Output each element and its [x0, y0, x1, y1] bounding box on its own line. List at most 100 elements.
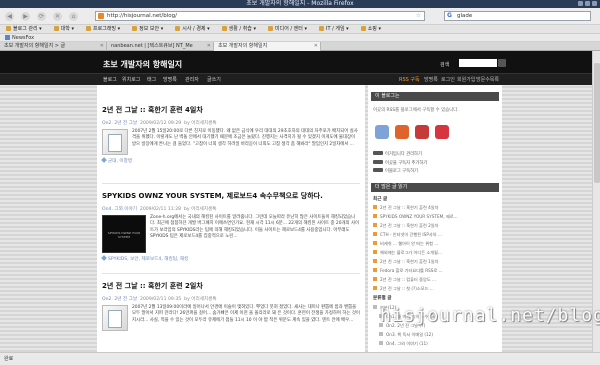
menu-item-write[interactable]: 글쓰기	[207, 76, 221, 83]
browser-tab-active[interactable]: 초보 개발자의 항해일지 ✕	[214, 42, 321, 51]
guestbook-link[interactable]: 방명록	[424, 76, 438, 83]
recent-post-item[interactable]: 2년 전 그날 :: 첫 (?)소모드 ...	[373, 284, 497, 293]
visitor-list-link[interactable]: 방문수목록	[476, 76, 499, 83]
bookmark-folder[interactable]: 블로그 관리 ▾	[0, 25, 48, 33]
forward-button[interactable]: ▶	[21, 12, 30, 21]
close-tab-icon[interactable]: ✕	[207, 42, 211, 51]
bookmark-folder[interactable]: 시사 / 경제 ▾	[169, 25, 215, 33]
hanrss-icon[interactable]	[395, 125, 409, 139]
post-divider	[102, 273, 360, 274]
bookmark-folder[interactable]: 정보 보안 ▾	[126, 25, 169, 33]
recent-posts-label: 최근 글	[373, 197, 388, 202]
recent-post-item[interactable]: 비캐쉬 ... 웹아이 안 떠는 위험 ...	[373, 239, 497, 248]
blog-search-button[interactable]	[498, 59, 506, 67]
home-button[interactable]: ⌂	[69, 12, 78, 21]
post-category[interactable]: On4. 그외 이야기	[102, 207, 137, 212]
recent-post-item[interactable]: 2년 전 그날 :: 훅한기 훈련 1일차	[373, 257, 497, 266]
maximize-icon[interactable]	[585, 1, 590, 6]
post-thumbnail[interactable]	[102, 129, 128, 155]
folder-icon	[360, 26, 366, 31]
post-body: 2007년 2월 15일20:00로 다른 친지로 이동했다. 왜 없은 급식에…	[102, 129, 360, 155]
post-author: by 어리세치센톡	[184, 121, 217, 126]
window-titlebar: 초보 개발자의 항해일지 - Mozilla Firefox	[0, 0, 600, 8]
url-bar[interactable]: http://hisjournal.net/blog/ ☆	[95, 11, 425, 21]
bullet-icon	[373, 259, 377, 263]
minimize-icon[interactable]	[578, 1, 583, 6]
google-icon: G	[447, 12, 452, 19]
folder-icon	[318, 26, 324, 31]
badge-icon	[373, 159, 383, 164]
close-icon[interactable]	[592, 1, 597, 6]
reload-button[interactable]: ⟳	[37, 12, 46, 21]
post-body: 2007년 2월 13일09:00이라에 일어나서 안경에 이슬이 맺혀있다. …	[102, 305, 360, 331]
sidebar-link[interactable]: 이블로그 구독하기	[373, 168, 427, 174]
close-tab-icon[interactable]: ✕	[100, 42, 104, 51]
tag-icon	[101, 255, 107, 261]
blog-search-input[interactable]	[459, 59, 497, 67]
bullet-icon	[373, 241, 377, 245]
folder-icon	[86, 26, 92, 31]
folder-icon	[6, 26, 11, 31]
bookmark-folder[interactable]: 프로그래밍 ▾	[80, 25, 126, 33]
menu-item-blog[interactable]: 블로그	[103, 76, 117, 83]
folder-icon	[268, 26, 273, 31]
bookmark-folder[interactable]: 쇼핑 ▾	[355, 25, 387, 33]
post-date: 2009/02/12 09:29	[140, 121, 182, 126]
bookmark-folder[interactable]: 생활 / 취습 ▾	[216, 25, 262, 33]
folder-icon	[53, 26, 59, 31]
post-title[interactable]: SPYKIDS OWNZ YOUR SYSTEM, 제로보드4 속수무책으로 당…	[102, 191, 360, 201]
post-title[interactable]: 2년 전 그날 :: 훅한기 훈련 4일차	[102, 105, 360, 115]
bullet-icon	[373, 205, 377, 209]
bookmark-folder[interactable]: IT / 게임 ▾	[313, 25, 355, 33]
blog-title[interactable]: 초보 개발자의 항해일지	[103, 59, 182, 70]
menu-item-admin[interactable]: 관리자	[185, 76, 199, 83]
badge-icon	[373, 168, 383, 172]
folder-icon	[175, 26, 181, 31]
sidebar-link[interactable]: 이곳을 구독자 추가하기	[373, 159, 427, 166]
stop-button[interactable]: ✕	[53, 12, 62, 21]
bookmark-folder[interactable]: 대학 ▾	[48, 25, 80, 33]
recent-post-item[interactable]: 2년 전 그날 :: 훅한기 훈련 2일차	[373, 221, 497, 230]
browser-tab[interactable]: nanbean.net | [텍스트큐브] NT_Me ✕	[107, 42, 214, 51]
post-body: SPYKIDS OWNZ YOUR SYSTEM Zone-h.org에서는 국…	[102, 215, 360, 253]
browser-tab[interactable]: 초보 개발자의 항해일지 > 글 ✕	[0, 42, 107, 51]
post-title[interactable]: 2년 전 그날 :: 훅한기 훈련 2일차	[102, 281, 360, 291]
url-text: http://hisjournal.net/blog/	[107, 13, 178, 19]
bookmark-folder[interactable]: 미디어 / 엔터 ▾	[262, 25, 313, 33]
bookmark-star-icon[interactable]: ☆	[416, 12, 421, 20]
signup-link[interactable]: 회원가입	[457, 76, 475, 83]
post-category[interactable]: On2. 2년 전 그날	[102, 121, 137, 126]
post-excerpt: 2007년 2월 15일20:00로 다른 친지로 이동했다. 왜 없은 급식에…	[132, 129, 358, 147]
recent-post-item[interactable]: CTH - 인터넷이 간행된 ISP사의 ...	[373, 230, 497, 239]
menu-item-guestbook[interactable]: 방명록	[163, 76, 177, 83]
post-category[interactable]: On2. 2년 전 그날	[102, 297, 137, 302]
recent-post-item[interactable]: Fedora 할로 기타요다를 RSS로 ...	[373, 266, 497, 275]
post-author: by 어리세치센톡	[184, 207, 217, 212]
rss-subscribe-link[interactable]: RSS 구독	[399, 76, 420, 83]
sidebar-link[interactable]: 이거입니다 관리하기	[373, 151, 427, 157]
search-value: glade	[457, 13, 473, 19]
recent-post-item[interactable]: 해외에는 블로그가 어디든 소개될...	[373, 248, 497, 257]
folder-icon	[221, 26, 227, 31]
menu-item-tags[interactable]: 태그	[147, 76, 156, 83]
folder-icon	[373, 305, 377, 309]
post-date: 2009/02/11 09:35	[140, 297, 182, 302]
newsfox-bar[interactable]: NewsFox	[0, 34, 600, 42]
thumbnail-caption: SPYKIDS OWNZ YOUR SYSTEM	[107, 231, 141, 239]
rss-reader-icon[interactable]	[375, 125, 389, 139]
close-tab-icon[interactable]: ✕	[314, 42, 318, 51]
menu-item-locationlog[interactable]: 위치로그	[122, 76, 140, 83]
nate-icon[interactable]	[415, 125, 429, 139]
post-entry: SPYKIDS OWNZ YOUR SYSTEM, 제로보드4 속수무책으로 당…	[101, 191, 360, 262]
post-thumbnail[interactable]	[102, 305, 128, 331]
recent-post-item[interactable]: 2년 전 그날 :: 훅한기 훈련 4일차	[373, 203, 497, 212]
scrollbar-thumb[interactable]	[594, 63, 600, 183]
post-thumbnail[interactable]: SPYKIDS OWNZ YOUR SYSTEM	[102, 215, 146, 253]
back-button[interactable]: ◀	[5, 12, 14, 21]
recent-post-item[interactable]: 2년 전 그날 :: 컴퓨터 중앙도 ...	[373, 275, 497, 284]
recent-post-item[interactable]: SPYKIDS OWNZ YOUR SYSTEM, 제로...	[373, 212, 497, 221]
press-blog-icon[interactable]	[435, 125, 449, 139]
search-bar[interactable]: G glade	[444, 11, 591, 21]
login-link[interactable]: 로그인	[441, 76, 455, 83]
post-tags: SPYKIDS, 보안, 제로보드4, 해킹팀, 해킹	[101, 255, 360, 262]
